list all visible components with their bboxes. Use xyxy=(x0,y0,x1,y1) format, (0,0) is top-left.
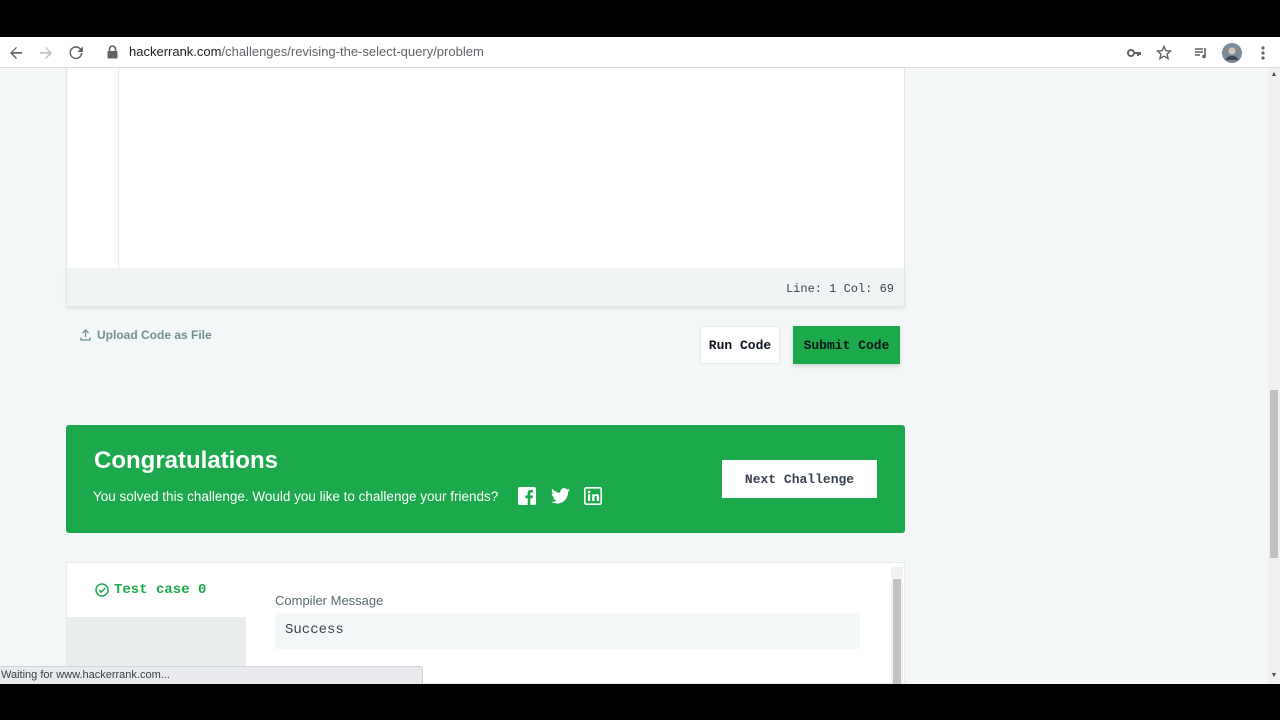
editor-status-bar: Line: 1 Col: 69 xyxy=(66,268,905,307)
lock-icon[interactable] xyxy=(107,45,121,61)
star-icon[interactable] xyxy=(1153,42,1175,64)
upload-icon xyxy=(80,329,91,341)
scroll-up-arrow-icon[interactable]: ▲ xyxy=(1270,71,1278,78)
linkedin-icon[interactable] xyxy=(583,486,603,506)
back-icon[interactable] xyxy=(5,42,27,64)
forward-icon[interactable] xyxy=(35,42,57,64)
avatar-icon[interactable] xyxy=(1221,42,1243,64)
browser-status-bubble: Waiting for www.hackerrank.com... xyxy=(0,666,423,684)
submit-code-button[interactable]: Submit Code xyxy=(793,326,900,364)
upload-label: Upload Code as File xyxy=(97,328,212,342)
key-icon[interactable] xyxy=(1123,42,1145,64)
results-scrollbar[interactable] xyxy=(891,567,903,684)
congratulations-banner: Congratulations You solved this challeng… xyxy=(66,425,905,533)
cursor-position: Line: 1 Col: 69 xyxy=(785,282,894,296)
upload-code-link[interactable]: Upload Code as File xyxy=(80,328,212,342)
page-scroll-thumb[interactable] xyxy=(1270,390,1278,558)
scroll-down-arrow-icon[interactable]: ▼ xyxy=(1270,672,1278,679)
congratulations-title: Congratulations xyxy=(94,447,278,474)
facebook-icon[interactable] xyxy=(517,486,537,506)
media-queue-icon[interactable] xyxy=(1190,42,1212,64)
reload-icon[interactable] xyxy=(65,42,87,64)
browser-toolbar: hackerrank.com/challenges/revising-the-s… xyxy=(0,37,1280,68)
page-viewport: Line: 1 Col: 69 Upload Code as File Run … xyxy=(0,68,1268,684)
results-scroll-thumb[interactable] xyxy=(893,579,901,684)
twitter-icon[interactable] xyxy=(550,486,570,506)
test-case-label: Test case 0 xyxy=(114,582,207,598)
line-number-gutter xyxy=(67,68,119,268)
compiler-message-output: Success xyxy=(275,613,860,649)
page-scrollbar[interactable]: ▲ ▼ xyxy=(1268,68,1280,684)
menu-kebab-icon[interactable] xyxy=(1252,42,1274,64)
tab-test-case-0[interactable]: Test case 0 xyxy=(67,563,246,617)
screen-top-border xyxy=(0,0,1280,37)
run-code-button[interactable]: Run Code xyxy=(700,326,780,364)
next-challenge-button[interactable]: Next Challenge xyxy=(722,460,877,498)
compiler-message-label: Compiler Message xyxy=(275,593,384,608)
address-bar[interactable]: hackerrank.com/challenges/revising-the-s… xyxy=(129,44,484,59)
url-domain: hackerrank.com xyxy=(129,44,222,59)
url-path: /challenges/revising-the-select-query/pr… xyxy=(221,44,484,59)
congratulations-subtitle: You solved this challenge. Would you lik… xyxy=(93,489,499,504)
check-circle-icon xyxy=(95,583,109,597)
code-editor[interactable] xyxy=(66,68,905,268)
screen-bottom-border xyxy=(0,684,1280,720)
